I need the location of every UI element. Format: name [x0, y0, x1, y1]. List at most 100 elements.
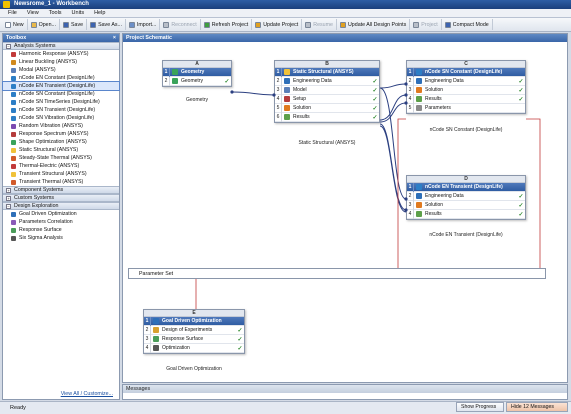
block-cell-design-of-experiments[interactable]: 2 Design of Experiments ✓	[144, 325, 244, 335]
toolbox-item[interactable]: Random Vibration (ANSYS)	[3, 122, 119, 130]
toolbox-item[interactable]: Six Sigma Analysis	[3, 234, 119, 242]
block-cell-geometry[interactable]: 1 Geometry	[163, 67, 231, 77]
system-icon	[11, 147, 16, 153]
block-cell-solution[interactable]: 5 Solution ✓	[275, 103, 379, 113]
toolbar-button-label: Reconnect	[171, 21, 197, 28]
toolbox-item[interactable]: Transient Thermal (ANSYS)	[3, 178, 119, 186]
cell-number: 3	[407, 200, 414, 210]
block-cell-setup[interactable]: 4 Setup ✓	[275, 94, 379, 104]
project-button[interactable]: Project	[410, 19, 442, 30]
block-cell-engineering-data[interactable]: 2 Engineering Data ✓	[275, 76, 379, 86]
toolbox-item[interactable]: nCode EN Constant (DesignLife)	[3, 74, 119, 82]
toolbox-group[interactable]: + Component Systems	[3, 186, 119, 194]
system-icon	[11, 139, 16, 145]
update-all-design-points-button[interactable]: Update All Design Points	[337, 19, 411, 30]
expand-icon[interactable]: +	[6, 195, 11, 201]
update-project-button[interactable]: Update Project	[252, 19, 303, 30]
collapse-icon[interactable]: −	[6, 43, 11, 49]
new-button[interactable]: New	[2, 19, 28, 30]
refresh-project-button[interactable]: Refresh Project	[201, 19, 253, 30]
block-cell-static-structural-ansys[interactable]: 1 Static Structural (ANSYS)	[275, 67, 379, 77]
view-all-customize-link[interactable]: View All / Customize...	[61, 391, 113, 397]
system-block-b[interactable]: B 1 Static Structural (ANSYS) 2 Engineering …	[274, 60, 380, 123]
block-cell-results[interactable]: 4 Results ✓	[407, 94, 525, 104]
toolbox-item[interactable]: Modal (ANSYS)	[3, 66, 119, 74]
toolbox-group-label: Component Systems	[14, 186, 64, 193]
close-icon[interactable]: ×	[113, 34, 116, 42]
toolbox-item[interactable]: Thermal-Electric (ANSYS)	[3, 162, 119, 170]
resume-button[interactable]: Resume	[302, 19, 337, 30]
toolbox-item-label: Response Spectrum (ANSYS)	[19, 131, 89, 137]
toolbox-item[interactable]: nCode SN Constant (DesignLife)	[3, 90, 119, 98]
toolbox-item[interactable]: Transient Structural (ANSYS)	[3, 170, 119, 178]
setup-icon	[284, 96, 290, 102]
block-cell-model[interactable]: 3 Model ✓	[275, 85, 379, 95]
toolbox-item[interactable]: Response Surface	[3, 226, 119, 234]
menu-tools[interactable]: Tools	[44, 9, 67, 17]
cell-number: 1	[144, 316, 151, 326]
open-button[interactable]: Open...	[28, 19, 60, 30]
toolbox-group[interactable]: − Analysis Systems	[3, 42, 119, 50]
import-button[interactable]: Import...	[126, 19, 161, 30]
show-progress-button[interactable]: Show Progress	[456, 402, 504, 412]
block-cell-parameters[interactable]: 5 Parameters	[407, 103, 525, 113]
toolbox-item[interactable]: nCode SN TimeSeries (DesignLife)	[3, 98, 119, 106]
cell-number: 3	[407, 85, 414, 95]
block-cell-solution[interactable]: 3 Solution ✓	[407, 200, 525, 210]
toolbox-group[interactable]: − Design Exploration	[3, 202, 119, 210]
toolbox-item[interactable]: Response Spectrum (ANSYS)	[3, 130, 119, 138]
toolbox-item[interactable]: Harmonic Response (ANSYS)	[3, 50, 119, 58]
cell-number: 2	[275, 76, 282, 86]
ncode-icon	[416, 69, 422, 75]
toolbox-item[interactable]: Steady-State Thermal (ANSYS)	[3, 154, 119, 162]
cell-label: Model	[293, 87, 307, 93]
expand-icon[interactable]: +	[6, 187, 11, 193]
toolbox-item[interactable]: nCode SN Transient (DesignLife)	[3, 106, 119, 114]
toolbox-item[interactable]: Shape Optimization (ANSYS)	[3, 138, 119, 146]
toolbox-item[interactable]: Goal Driven Optimization	[3, 210, 119, 218]
toolbox-item-label: Steady-State Thermal (ANSYS)	[19, 155, 92, 161]
system-block-a[interactable]: A 1 Geometry 2 Geometry ✓	[162, 60, 232, 87]
toolbox-item-label: Shape Optimization (ANSYS)	[19, 139, 87, 145]
compact-mode-button[interactable]: Compact Mode	[442, 19, 493, 30]
menu-file[interactable]: File	[3, 9, 22, 17]
block-cell-results[interactable]: 6 Results ✓	[275, 112, 379, 122]
block-letter: B	[275, 61, 379, 68]
block-cell-goal-driven-optimization[interactable]: 1 Goal Driven Optimization	[144, 316, 244, 326]
save-as-button[interactable]: Save As...	[87, 19, 126, 30]
cell-number: 6	[275, 112, 282, 122]
parameter-set-bar[interactable]: Parameter Set	[128, 268, 546, 279]
toolbox-item[interactable]: Static Structural (ANSYS)	[3, 146, 119, 154]
open-icon	[30, 21, 37, 28]
system-icon	[11, 131, 16, 137]
block-cell-optimization[interactable]: 4 Optimization ✓	[144, 343, 244, 353]
toolbox-item[interactable]: Parameters Correlation	[3, 218, 119, 226]
block-cell-results[interactable]: 4 Results ✓	[407, 209, 525, 219]
toolbox-item[interactable]: Linear Buckling (ANSYS)	[3, 58, 119, 66]
block-cell-engineering-data[interactable]: 2 Engineering Data ✓	[407, 191, 525, 201]
cell-label: Geometry	[181, 78, 203, 84]
reconnect-button[interactable]: Reconnect	[160, 19, 201, 30]
block-cell-solution[interactable]: 3 Solution ✓	[407, 85, 525, 95]
system-block-c[interactable]: C 1 nCode SN Constant (DesignLife) 2 Enginee…	[406, 60, 526, 114]
block-cell-response-surface[interactable]: 3 Response Surface ✓	[144, 334, 244, 344]
block-cell-engineering-data[interactable]: 2 Engineering Data ✓	[407, 76, 525, 86]
block-cell-ncode-sn-constant-designlife[interactable]: 1 nCode SN Constant (DesignLife)	[407, 67, 525, 77]
menu-units[interactable]: Units	[67, 9, 90, 17]
cell-label: Static Structural (ANSYS)	[293, 69, 354, 75]
system-block-e[interactable]: E 1 Goal Driven Optimization 2 Design of Exp…	[143, 309, 245, 354]
block-cell-ncode-en-transient-designlife[interactable]: 1 nCode EN Transient (DesignLife)	[407, 182, 525, 192]
menu-help[interactable]: Help	[89, 9, 110, 17]
block-cell-geometry[interactable]: 2 Geometry ✓	[163, 76, 231, 86]
menu-view[interactable]: View	[22, 9, 44, 17]
toolbox-group[interactable]: + Custom Systems	[3, 194, 119, 202]
cell-number: 4	[407, 94, 414, 104]
status-check-icon: ✓	[237, 336, 243, 343]
toolbox-item[interactable]: nCode EN Transient (DesignLife)	[2, 81, 120, 91]
results-icon	[416, 96, 422, 102]
save-button[interactable]: Save	[60, 19, 88, 30]
toolbox-item[interactable]: nCode SN Vibration (DesignLife)	[3, 114, 119, 122]
system-block-d[interactable]: D 1 nCode EN Transient (DesignLife) 2 Engine…	[406, 175, 526, 220]
hide-messages-button[interactable]: Hide 12 Messages	[506, 402, 568, 412]
collapse-icon[interactable]: −	[6, 203, 11, 209]
